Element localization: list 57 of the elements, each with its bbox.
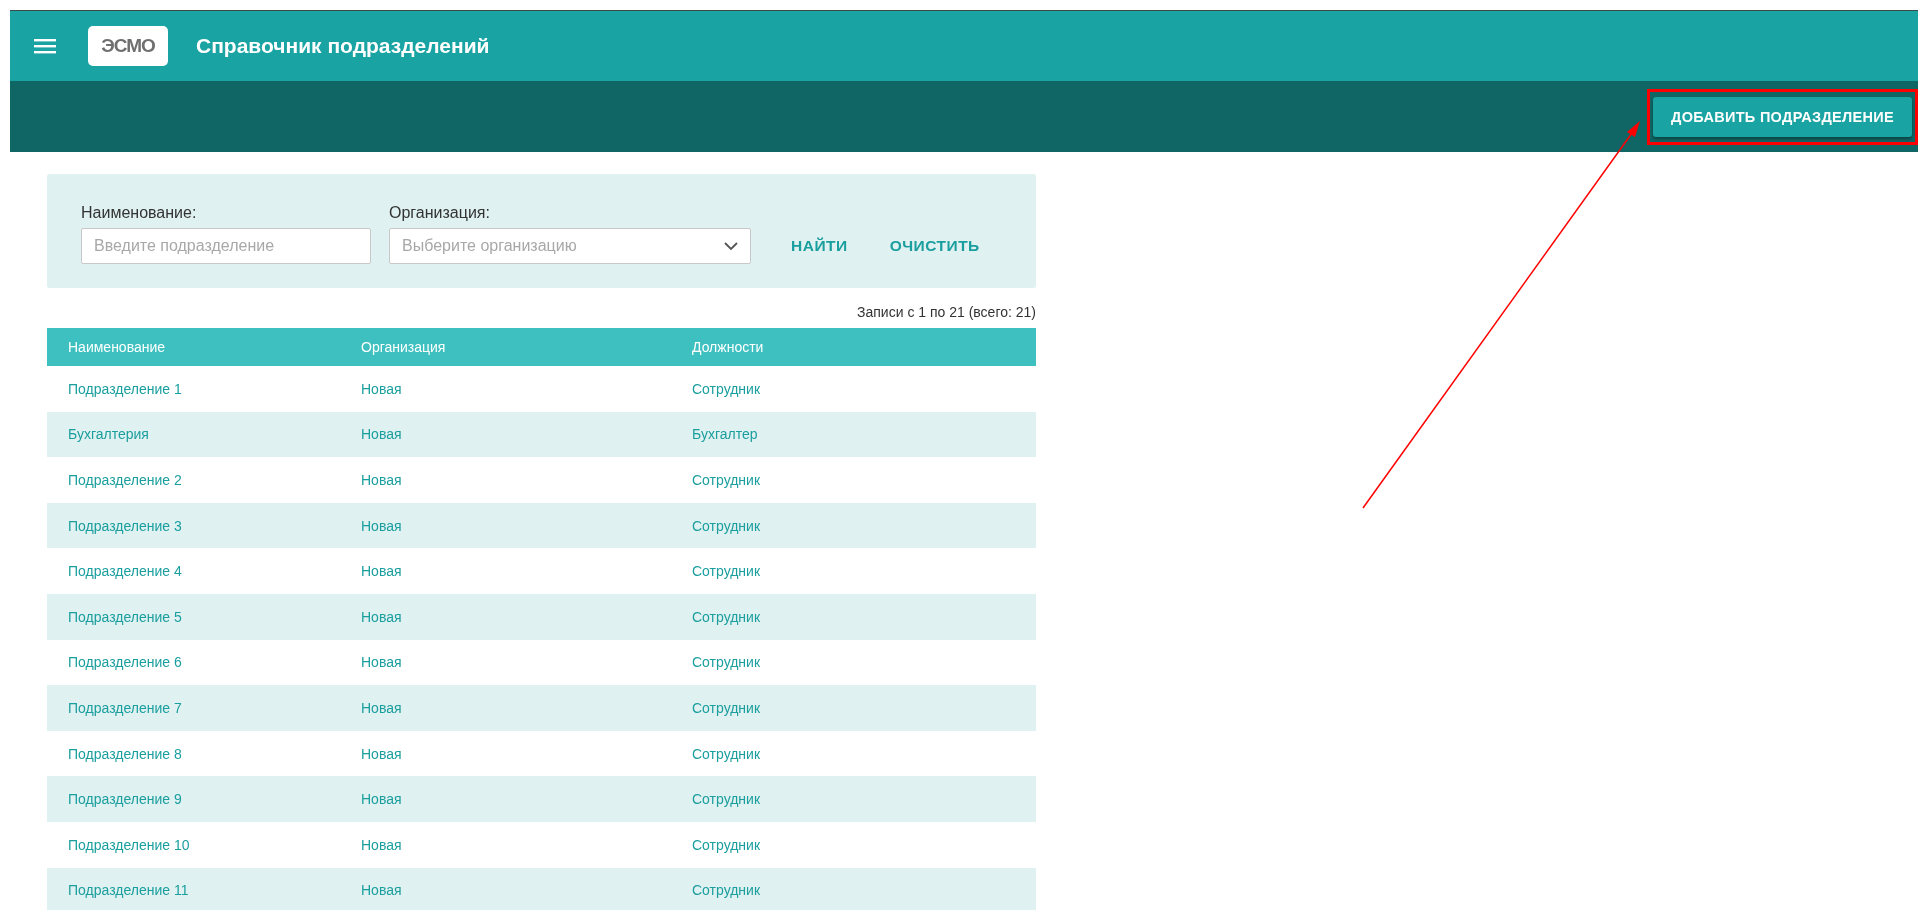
logo: ЭСМО (88, 26, 168, 66)
table-cell-text: Сотрудник (691, 380, 760, 397)
table-cell-text: Бухгалтерия (67, 426, 149, 443)
table-cell-text: Новая (360, 745, 402, 762)
column-header: Должности (691, 339, 764, 355)
table-row[interactable]: Подразделение 7 Новая Сотрудник (47, 685, 1036, 731)
table-cell-text: Сотрудник (691, 745, 760, 762)
table-cell-text: Сотрудник (691, 563, 760, 580)
organization-select[interactable]: Выберите организацию (389, 228, 751, 264)
table-cell-text: Сотрудник (691, 836, 760, 853)
table-row[interactable]: Подразделение 11 Новая Сотрудник (47, 867, 1036, 910)
table-row[interactable]: Подразделение 5 Новая Сотрудник (47, 593, 1036, 640)
table-cell-text: Новая (360, 380, 402, 397)
table-cell-text: Подразделение 9 (67, 791, 182, 808)
add-button[interactable]: ДОБАВИТЬ ПОДРАЗДЕЛЕНИЕ (1653, 96, 1912, 137)
field-label: Организация: (389, 204, 491, 222)
table-cell-text: Подразделение 6 (67, 654, 182, 671)
column-header: Наименование (67, 339, 166, 355)
column-header: Организация (360, 339, 446, 355)
table-cell-text: Сотрудник (691, 699, 760, 716)
table-cell-text: Подразделение 5 (67, 608, 182, 625)
table-cell-text: Новая (360, 472, 402, 488)
name-field[interactable]: Введите подразделение (81, 228, 371, 264)
table-cell-text: Сотрудник (691, 472, 760, 488)
table-row[interactable]: Подразделение 3 Новая Сотрудник (47, 502, 1036, 549)
table-cell-text: Подразделение 7 (67, 699, 182, 716)
table-cell-text: Бухгалтер (691, 426, 758, 443)
table-cell-text: Подразделение 10 (67, 836, 190, 853)
table-cell-text: Новая (360, 654, 402, 671)
find-button[interactable]: НАЙТИ (779, 228, 860, 264)
table-cell-text: Подразделение 8 (67, 745, 182, 762)
records-count: Записи с 1 по 21 (всего: 21) (857, 304, 1036, 320)
table-cell-text: Новая (360, 882, 402, 899)
table-cell-text: Подразделение 11 (67, 882, 189, 899)
clear-button[interactable]: ОЧИСТИТЬ (877, 228, 992, 264)
table-cell-text: Новая (360, 836, 402, 853)
table-cell-text: Подразделение 1 (67, 380, 182, 397)
chevron-down-icon (724, 241, 738, 251)
table-cell-text: Сотрудник (691, 517, 760, 534)
table-cell-text: Новая (360, 699, 402, 716)
table-cell-text: Подразделение 3 (67, 517, 182, 534)
table-cell-text: Сотрудник (691, 608, 760, 625)
table-cell-text: Подразделение 4 (67, 563, 182, 580)
table-cell-text: Подразделение 2 (67, 472, 182, 488)
table-cell-text: Сотрудник (691, 791, 760, 808)
table-cell-text: Новая (360, 426, 402, 443)
table-cell-text: Новая (360, 608, 402, 625)
table-row[interactable]: Бухгалтерия Новая Бухгалтер (47, 411, 1036, 458)
page-title: Справочник подразделений (196, 34, 490, 58)
table-cell-text: Сотрудник (691, 882, 760, 899)
field-label: Наименование: (81, 204, 198, 222)
table-cell-text: Новая (360, 517, 402, 534)
menu-icon[interactable] (34, 38, 56, 54)
table-cell-text: Новая (360, 791, 402, 808)
table-row[interactable]: Подразделение 9 Новая Сотрудник (47, 776, 1036, 822)
table-cell-text: Новая (360, 563, 402, 580)
table-cell-text: Сотрудник (691, 654, 760, 671)
